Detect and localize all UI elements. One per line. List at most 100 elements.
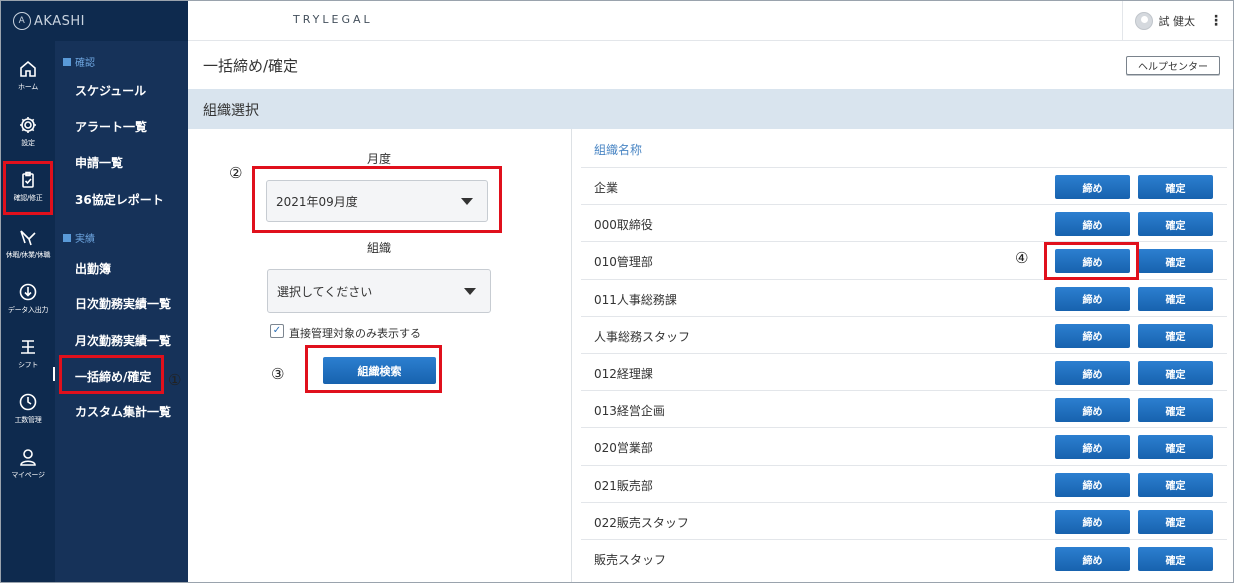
brand-name: TRYLEGAL — [293, 13, 373, 26]
table-row: 000取締役 締め 確定 — [581, 204, 1227, 241]
confirm-button[interactable]: 確定 — [1138, 509, 1213, 534]
close-button[interactable]: 締め — [1055, 509, 1130, 534]
org-column-header: 組織名称 — [594, 143, 643, 157]
logo[interactable]: A AKASHI — [1, 1, 188, 41]
close-button[interactable]: 締め — [1055, 212, 1130, 237]
org-name: 000取締役 — [594, 218, 653, 233]
help-center-button[interactable]: ヘルプセンター — [1126, 56, 1220, 75]
user-menu[interactable]: 試 健太 ⋮ — [1121, 1, 1223, 41]
user-name: 試 健太 — [1158, 15, 1196, 28]
subnav-item-requests[interactable]: 申請一覧 — [75, 154, 123, 171]
annotation-3: ③ — [271, 365, 285, 383]
table-row: 011人事総務課 締め 確定 — [581, 278, 1227, 316]
subnav-item-custom-summary[interactable]: カスタム集計一覧 — [75, 403, 171, 420]
rail-label-home: ホーム — [18, 82, 38, 91]
close-button[interactable]: 締め — [1055, 472, 1130, 497]
close-button[interactable]: 締め — [1055, 286, 1130, 311]
subnav-item-daily-results[interactable]: 日次勤務実績一覧 — [75, 295, 171, 312]
direct-manage-label: 直接管理対象のみ表示する — [289, 327, 421, 340]
rail-item-shift[interactable]: シフト — [1, 331, 55, 375]
rail-item-home[interactable]: ホーム — [1, 53, 55, 97]
confirm-button[interactable]: 確定 — [1138, 398, 1213, 423]
confirm-button[interactable]: 確定 — [1138, 212, 1213, 237]
subnav-group-results: 実績 — [63, 230, 95, 245]
confirm-button[interactable]: 確定 — [1138, 472, 1213, 497]
group-label: 実績 — [75, 234, 95, 245]
table-row: 013経営企画 締め 確定 — [581, 390, 1227, 427]
rail-label-workhours: 工数管理 — [14, 415, 42, 424]
rail-label-leave: 休暇/休業/休職 — [5, 250, 51, 259]
close-button[interactable]: 締め — [1055, 361, 1130, 385]
confirm-button[interactable]: 確定 — [1138, 286, 1213, 311]
annotation-1: ① — [168, 371, 182, 389]
subnav-item-monthly-results[interactable]: 月次勤務実績一覧 — [75, 332, 171, 349]
table-row: 020営業部 締め 確定 — [581, 427, 1227, 464]
highlight-box-month — [252, 166, 502, 233]
close-button[interactable]: 締め — [1055, 398, 1130, 423]
subnav-group-confirm: 確認 — [63, 54, 95, 69]
subnav-item-36-report[interactable]: 36協定レポート — [75, 191, 164, 208]
org-name: 011人事総務課 — [594, 292, 677, 307]
table-row: 企業 締め 確定 — [581, 167, 1227, 204]
close-button[interactable]: 締め — [1055, 435, 1130, 460]
user-icon — [20, 448, 36, 466]
org-name: 012経理課 — [594, 367, 653, 381]
subnav-item-schedule[interactable]: スケジュール — [75, 82, 146, 99]
close-button[interactable]: 締め — [1055, 323, 1130, 348]
rail-item-workhours[interactable]: 工数管理 — [1, 386, 55, 430]
group-label: 確認 — [75, 58, 95, 69]
section-header: 組織選択 — [188, 89, 1233, 129]
panel-divider — [571, 129, 572, 582]
org-select[interactable]: 選択してください — [267, 269, 491, 313]
table-row: 012経理課 締め 確定 — [581, 353, 1227, 390]
leave-icon — [20, 229, 36, 245]
group-square-icon — [63, 57, 71, 66]
subnav-item-alerts[interactable]: アラート一覧 — [75, 118, 147, 135]
highlight-box-search — [305, 345, 442, 393]
page-title: 一括締め/確定 — [203, 57, 299, 75]
rail-label-mypage: マイページ — [11, 470, 45, 479]
confirm-button[interactable]: 確定 — [1138, 361, 1213, 385]
clock-icon — [19, 393, 37, 410]
direct-manage-checkbox[interactable]: ✓ — [270, 324, 284, 338]
highlight-box-bulk-close — [59, 355, 164, 394]
close-button[interactable]: 締め — [1055, 547, 1130, 571]
gear-icon — [20, 116, 36, 133]
org-name: 022販売スタッフ — [594, 515, 689, 530]
table-row: 021販売部 締め 確定 — [581, 464, 1227, 502]
confirm-button[interactable]: 確定 — [1138, 435, 1213, 460]
home-icon — [20, 60, 36, 77]
chevron-down-icon — [464, 288, 476, 295]
highlight-box-close-button — [1044, 242, 1139, 280]
more-menu-icon[interactable]: ⋮ — [1209, 13, 1223, 29]
rail-item-leave[interactable]: 休暇/休業/休職 — [1, 221, 55, 265]
org-name: 企業 — [594, 181, 619, 195]
rail-label-settings: 設定 — [21, 138, 35, 147]
confirm-button[interactable]: 確定 — [1138, 249, 1213, 274]
org-name: 人事総務スタッフ — [594, 329, 691, 344]
table-row: 人事総務スタッフ 締め 確定 — [581, 315, 1227, 353]
sub-navigation: 確認 スケジュール アラート一覧 申請一覧 36協定レポート 実績 出勤簿 日次… — [55, 41, 188, 582]
org-name: 020営業部 — [594, 441, 653, 456]
section-title: 組織選択 — [203, 103, 259, 119]
month-label: 月度 — [367, 152, 392, 166]
org-label: 組織 — [367, 241, 392, 255]
org-name: 021販売部 — [594, 478, 653, 493]
shift-icon — [21, 339, 35, 354]
subnav-item-timecard[interactable]: 出勤簿 — [75, 260, 111, 277]
rail-item-mypage[interactable]: マイページ — [1, 441, 55, 485]
annotation-2: ② — [229, 164, 243, 182]
table-row: 販売スタッフ 締め 確定 — [581, 539, 1227, 576]
rail-item-settings[interactable]: 設定 — [1, 109, 55, 153]
logo-mark-icon: A — [13, 12, 31, 30]
rail-item-data-io[interactable]: データ入出力 — [1, 276, 55, 320]
icon-rail: ホーム 設定 確認/修正 休暇/休業/休職 データ入出力 シフト 工数管理 マイ… — [1, 1, 55, 582]
group-square-icon — [63, 233, 71, 242]
confirm-button[interactable]: 確定 — [1138, 547, 1213, 571]
confirm-button[interactable]: 確定 — [1138, 175, 1213, 199]
top-bar: TRYLEGAL 試 健太 ⋮ — [188, 1, 1233, 41]
close-button[interactable]: 締め — [1055, 175, 1130, 199]
org-name: 010管理部 — [594, 255, 653, 270]
confirm-button[interactable]: 確定 — [1138, 323, 1213, 348]
table-row: 022販売スタッフ 締め 確定 — [581, 501, 1227, 539]
